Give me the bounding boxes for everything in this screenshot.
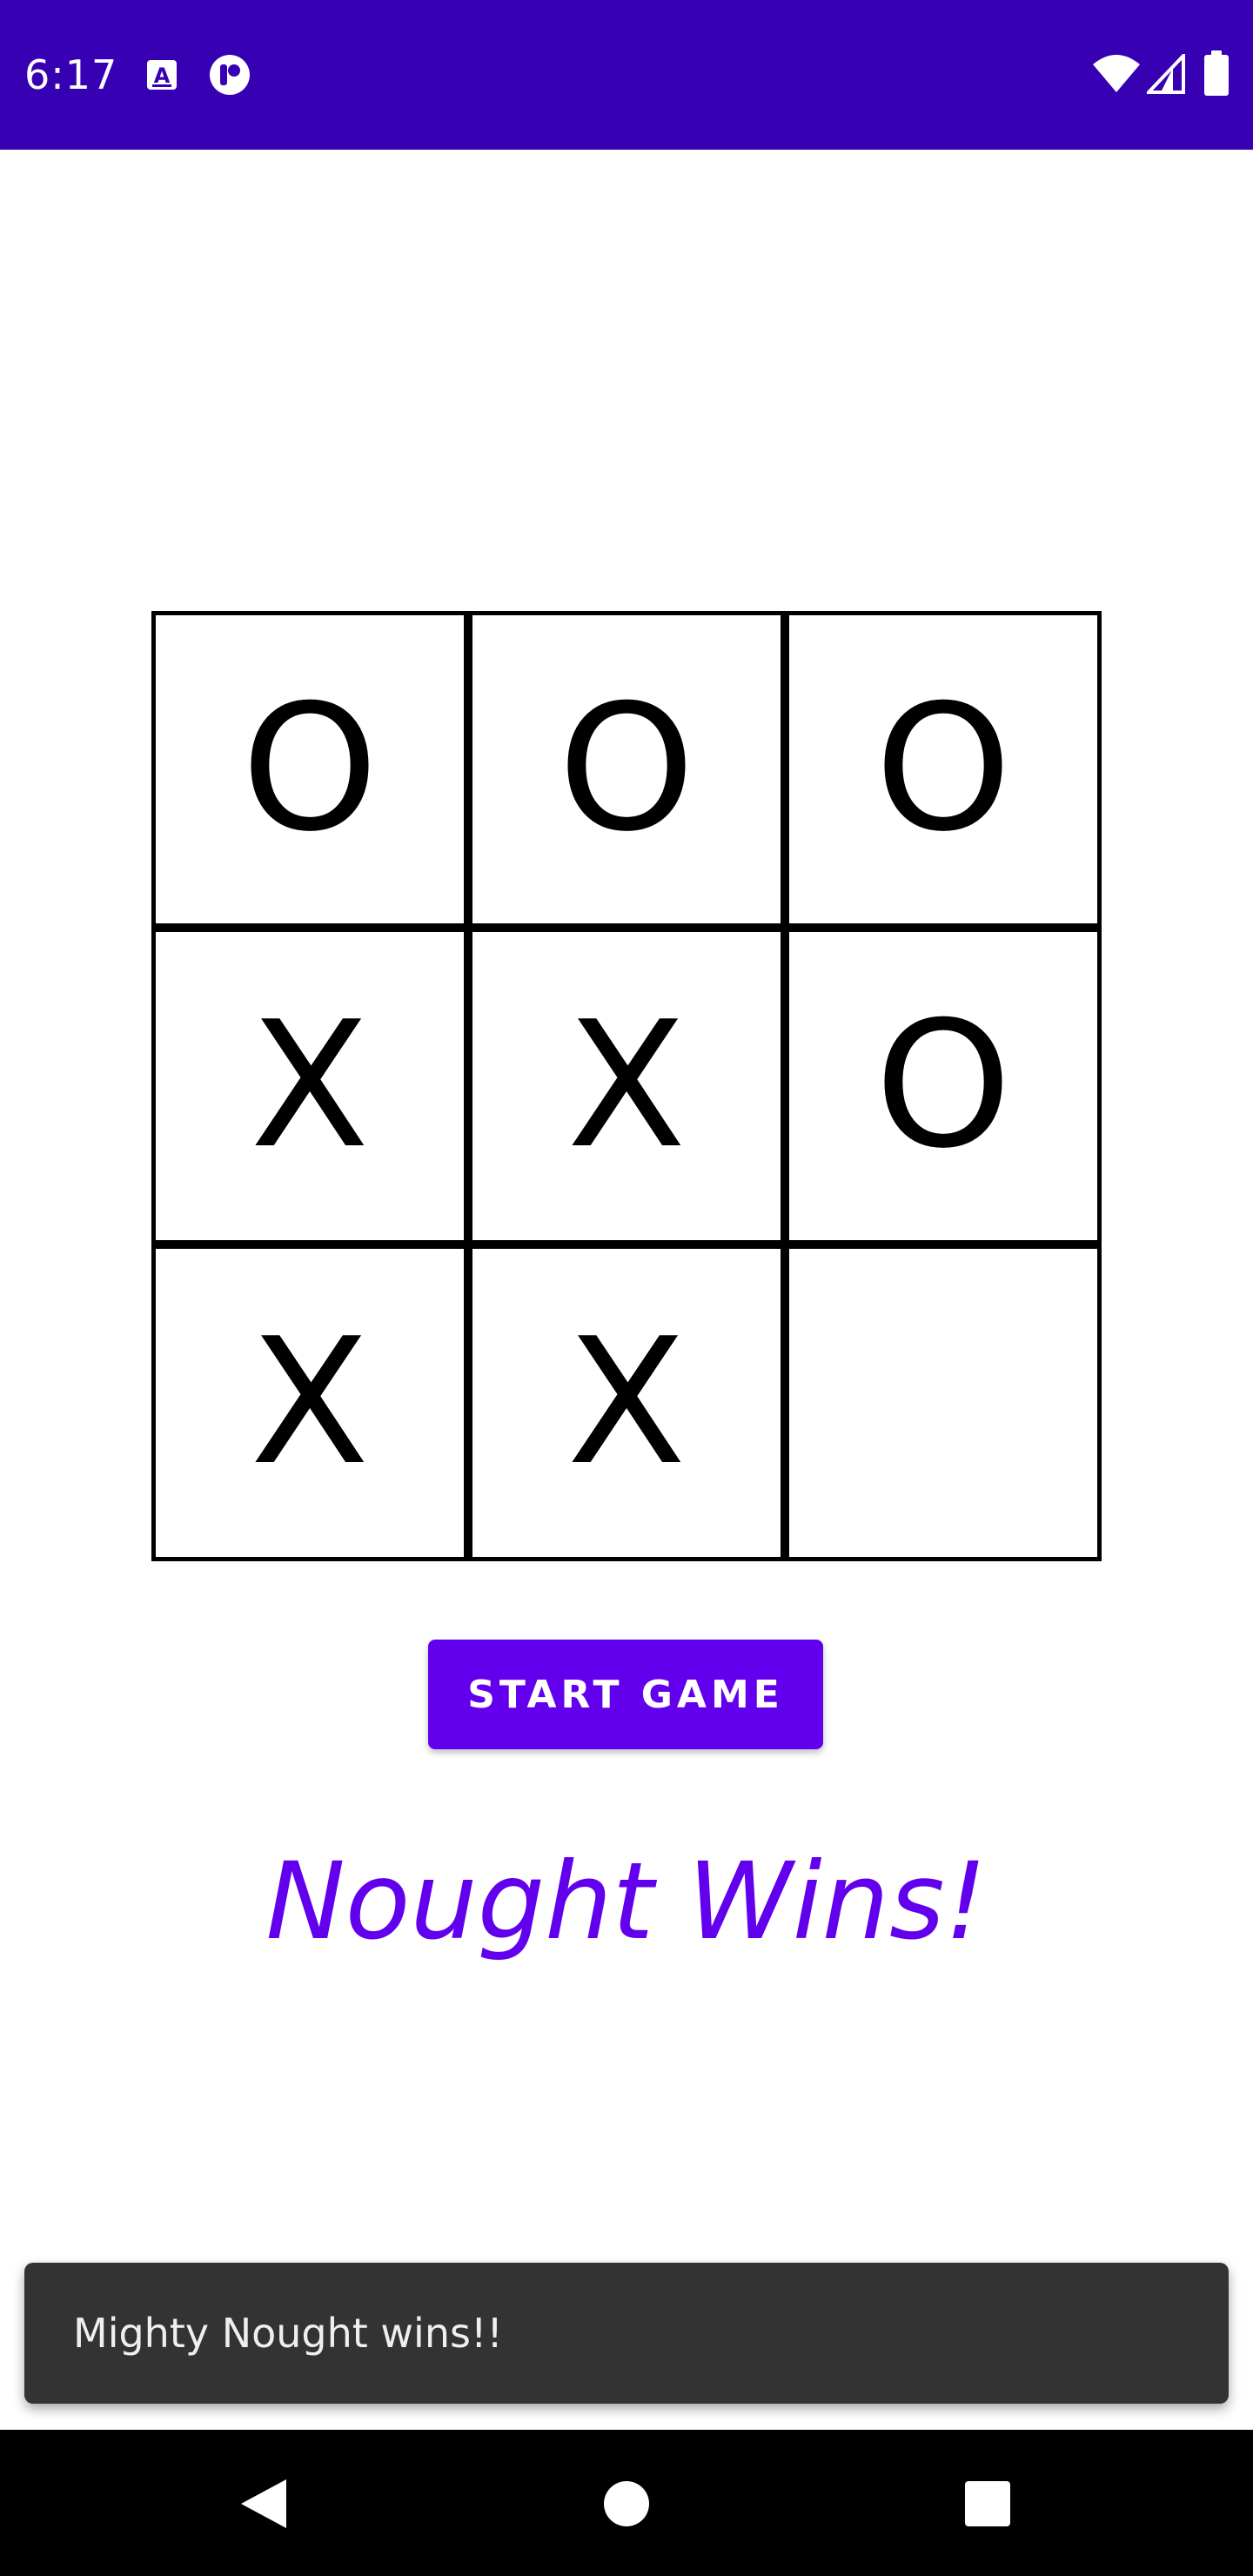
- board-cell-2[interactable]: O: [472, 615, 781, 923]
- cell-signal-icon: [1147, 54, 1185, 94]
- board-cell-6[interactable]: O: [789, 932, 1097, 1240]
- home-button[interactable]: [587, 2465, 666, 2543]
- battery-icon: [1204, 50, 1229, 96]
- board-cell-1[interactable]: O: [156, 615, 464, 923]
- board-cell-3[interactable]: O: [789, 615, 1097, 923]
- back-icon: [241, 2479, 286, 2528]
- board-cell-8[interactable]: X: [472, 1249, 781, 1557]
- wifi-icon: [1093, 55, 1140, 92]
- status-bar: 6:17 A: [0, 0, 1253, 150]
- navigation-bar: [0, 2430, 1253, 2576]
- start-game-button[interactable]: START GAME: [428, 1640, 823, 1749]
- board-cell-5[interactable]: X: [472, 932, 781, 1240]
- home-icon: [604, 2481, 649, 2526]
- board-cell-9[interactable]: [789, 1249, 1097, 1557]
- app-notification-icon: [210, 55, 250, 95]
- recents-icon: [965, 2481, 1010, 2526]
- svg-text:A: A: [154, 64, 171, 88]
- status-time: 6:17: [24, 51, 118, 98]
- a-letter-icon: A: [147, 60, 177, 90]
- snackbar-message: Mighty Nought wins!!: [73, 2310, 503, 2357]
- board-cell-4[interactable]: X: [156, 932, 464, 1240]
- back-button[interactable]: [224, 2465, 303, 2543]
- game-board: O O O X X O X X: [151, 611, 1102, 1561]
- snackbar: Mighty Nought wins!!: [24, 2263, 1229, 2404]
- recents-button[interactable]: [948, 2465, 1027, 2543]
- board-cell-7[interactable]: X: [156, 1249, 464, 1557]
- result-text: Nought Wins!: [265, 1840, 988, 1963]
